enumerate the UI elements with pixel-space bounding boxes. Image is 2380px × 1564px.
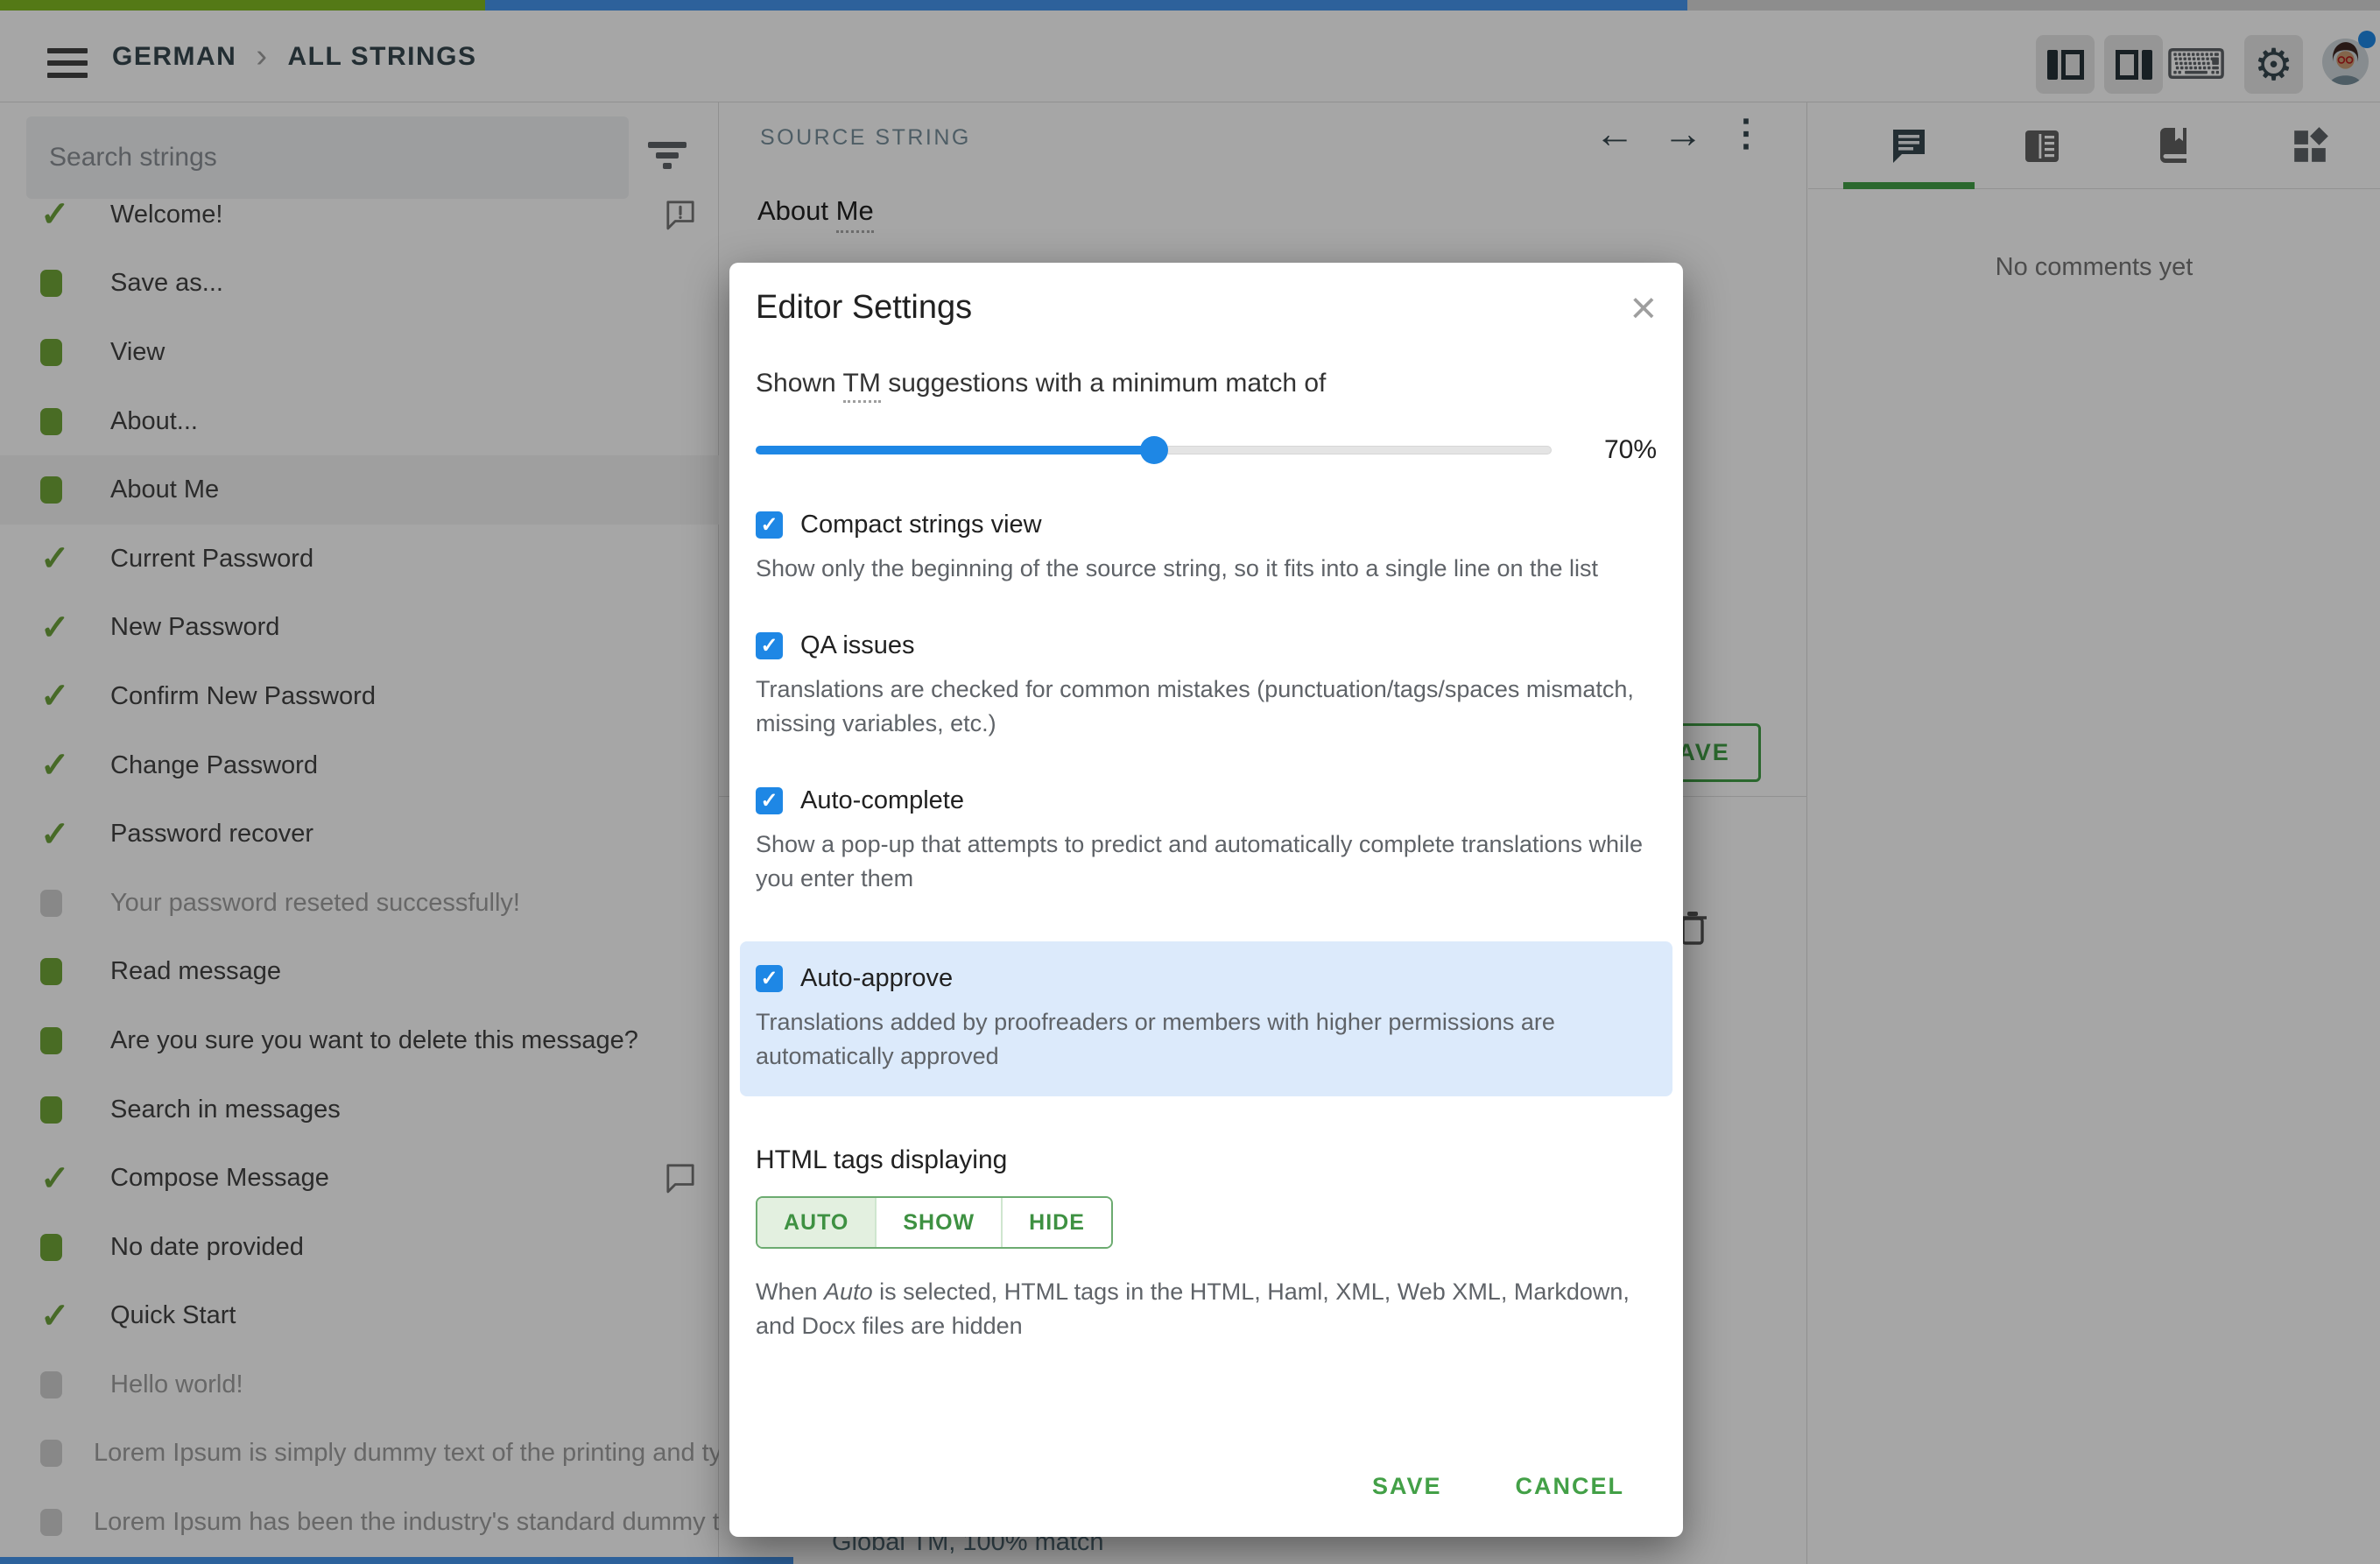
html-tags-option-show[interactable]: SHOW (875, 1198, 1002, 1247)
html-desc-post: is selected, HTML tags in the HTML, Haml… (756, 1279, 1630, 1339)
save-button[interactable]: SAVE (1372, 1473, 1442, 1500)
settings-option: ✓ Compact strings view Show only the beg… (756, 511, 1599, 581)
checkbox-checked[interactable]: ✓ (756, 787, 783, 814)
slider-thumb[interactable] (1139, 436, 1168, 464)
tm-match-slider[interactable] (756, 436, 1552, 464)
html-desc-pre: When (756, 1279, 825, 1305)
html-tags-description: When Auto is selected, HTML tags in the … (756, 1275, 1657, 1343)
tm-label-pre: Shown (756, 369, 843, 398)
checkbox-checked[interactable]: ✓ (756, 511, 783, 539)
html-tags-segmented-control: AUTO SHOW HIDE (756, 1196, 1113, 1249)
dialog-title: Editor Settings (756, 289, 973, 326)
cancel-button[interactable]: CANCEL (1516, 1473, 1625, 1500)
checkbox-checked[interactable]: ✓ (756, 965, 783, 992)
tm-threshold-label: Shown TM suggestions with a minimum matc… (756, 369, 1657, 403)
settings-option: ✓ QA issues Translations are checked for… (756, 631, 1634, 736)
settings-option: ✓ Auto-approve Translations added by pro… (740, 941, 1672, 1096)
close-icon[interactable]: × (1630, 285, 1657, 331)
html-desc-italic: Auto (824, 1279, 873, 1305)
checkbox-checked[interactable]: ✓ (756, 632, 783, 659)
slider-value: 70% (1603, 435, 1657, 464)
slider-fill (756, 446, 1154, 454)
html-tags-option-hide[interactable]: HIDE (1001, 1198, 1111, 1247)
tm-label-post: suggestions with a minimum match of (880, 369, 1327, 398)
settings-option: ✓ Auto-complete Show a pop-up that attem… (756, 786, 1644, 891)
html-tags-option-auto[interactable]: AUTO (757, 1198, 876, 1247)
editor-settings-dialog: Editor Settings × Shown TM suggestions w… (729, 263, 1683, 1537)
settings-options: ✓ Compact strings view Show only the beg… (740, 511, 1672, 1096)
html-tags-label: HTML tags displaying (756, 1145, 1008, 1174)
tm-abbr: TM (842, 369, 881, 403)
